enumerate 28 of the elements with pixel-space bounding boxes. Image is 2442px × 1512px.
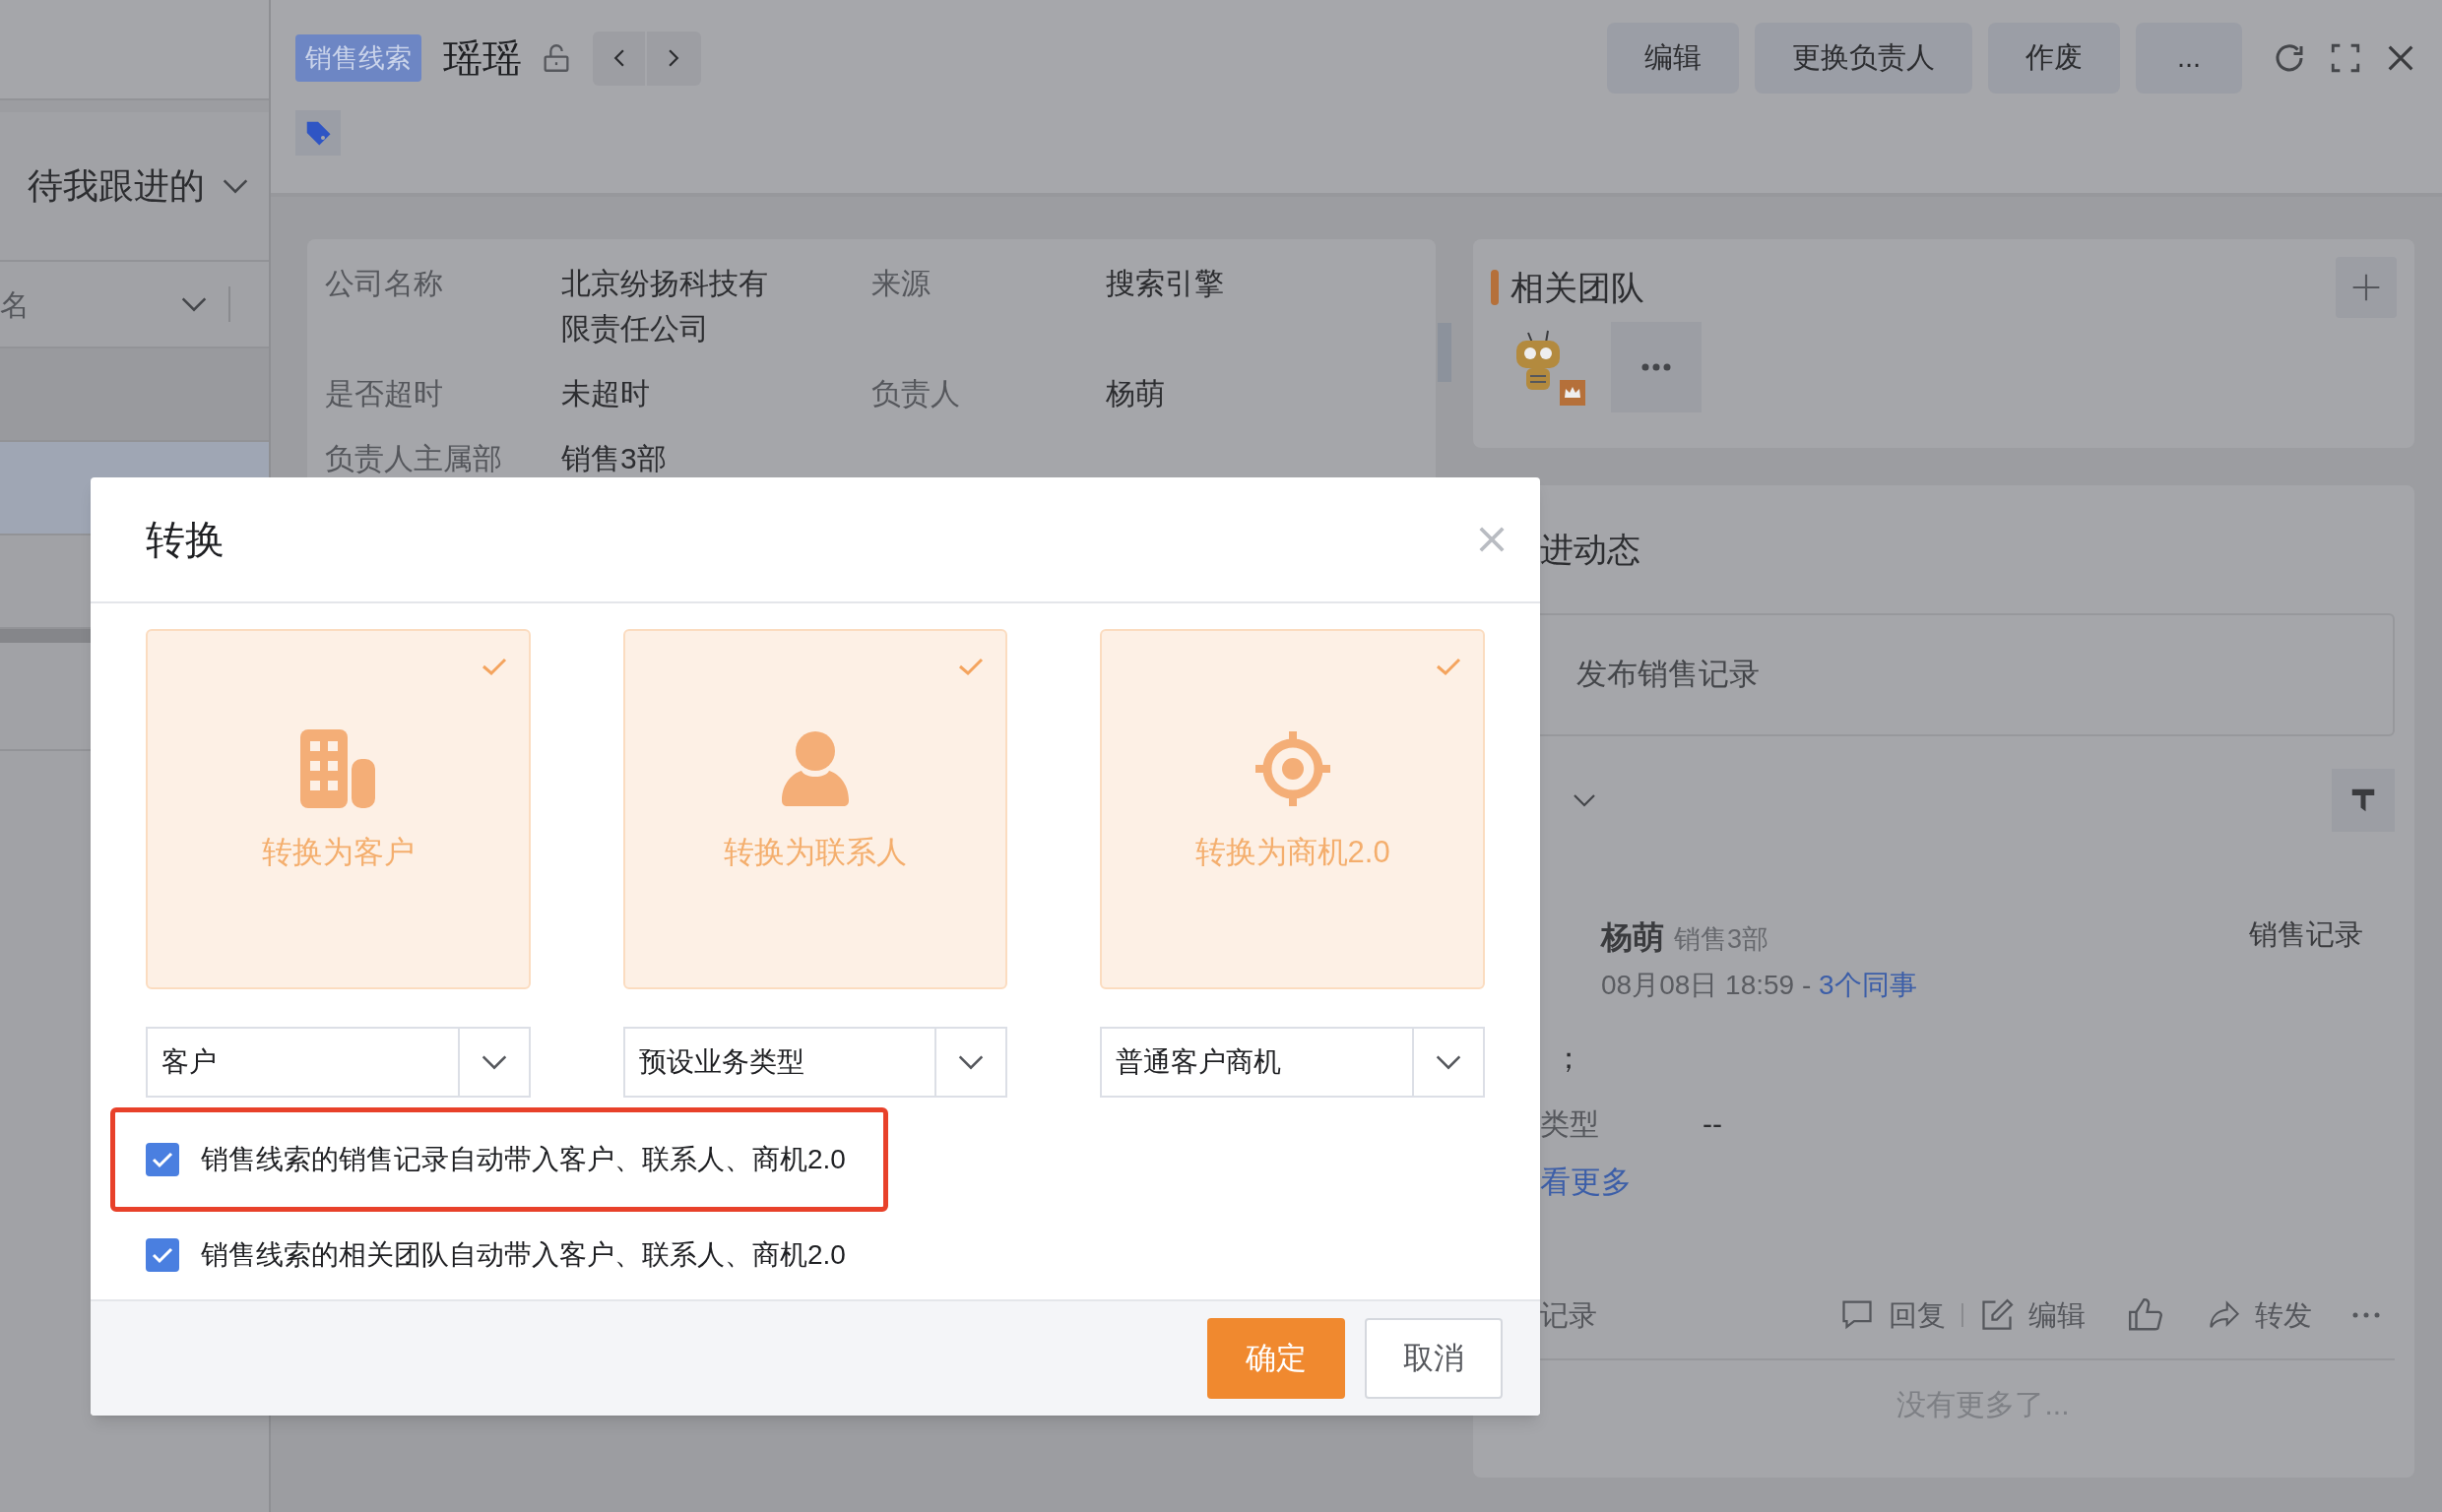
field-label: 负责人主属部 xyxy=(325,441,503,476)
field-value: 北京纷扬科技有限责任公司 xyxy=(561,266,769,346)
post-type: 销售记录 xyxy=(2249,917,2363,952)
field-label: 类型 xyxy=(1540,1106,1600,1142)
section-title: 相关团队 xyxy=(1510,267,1644,308)
option-text: 销售线索的销售记录自动带入客户、联系人、商机2.0 xyxy=(201,1143,846,1176)
option-label: 转换为客户 xyxy=(261,834,415,871)
post-author: 杨萌 xyxy=(1601,918,1664,957)
option-text: 销售线索的相关团队自动带入客户、联系人、商机2.0 xyxy=(201,1238,846,1272)
field-value: 未超时 xyxy=(561,376,651,411)
record-title: 瑶瑶 xyxy=(443,35,522,82)
post-time: 08月08日 18:59 - xyxy=(1601,969,1813,1002)
field-label: 公司名称 xyxy=(325,266,444,301)
section-title: 进动态 xyxy=(1540,529,1640,570)
field-label: 是否超时 xyxy=(325,376,444,411)
dialog-title: 转换 xyxy=(146,517,225,563)
lead-tag: 销售线索 xyxy=(295,33,421,83)
post-content: ； xyxy=(1554,1040,1584,1076)
post-department: 销售3部 xyxy=(1674,923,1769,956)
field-value: -- xyxy=(1703,1106,1722,1142)
field-label: 负责人 xyxy=(871,376,961,411)
record-label: 记录 xyxy=(1540,1297,1597,1333)
field-label: 来源 xyxy=(871,266,932,301)
field-value: 销售3部 xyxy=(561,441,668,476)
option-label: 转换为商机2.0 xyxy=(1194,834,1390,871)
field-value: 杨萌 xyxy=(1106,376,1166,411)
option-label: 转换为联系人 xyxy=(724,834,907,871)
field-value: 搜索引擎 xyxy=(1106,266,1225,301)
